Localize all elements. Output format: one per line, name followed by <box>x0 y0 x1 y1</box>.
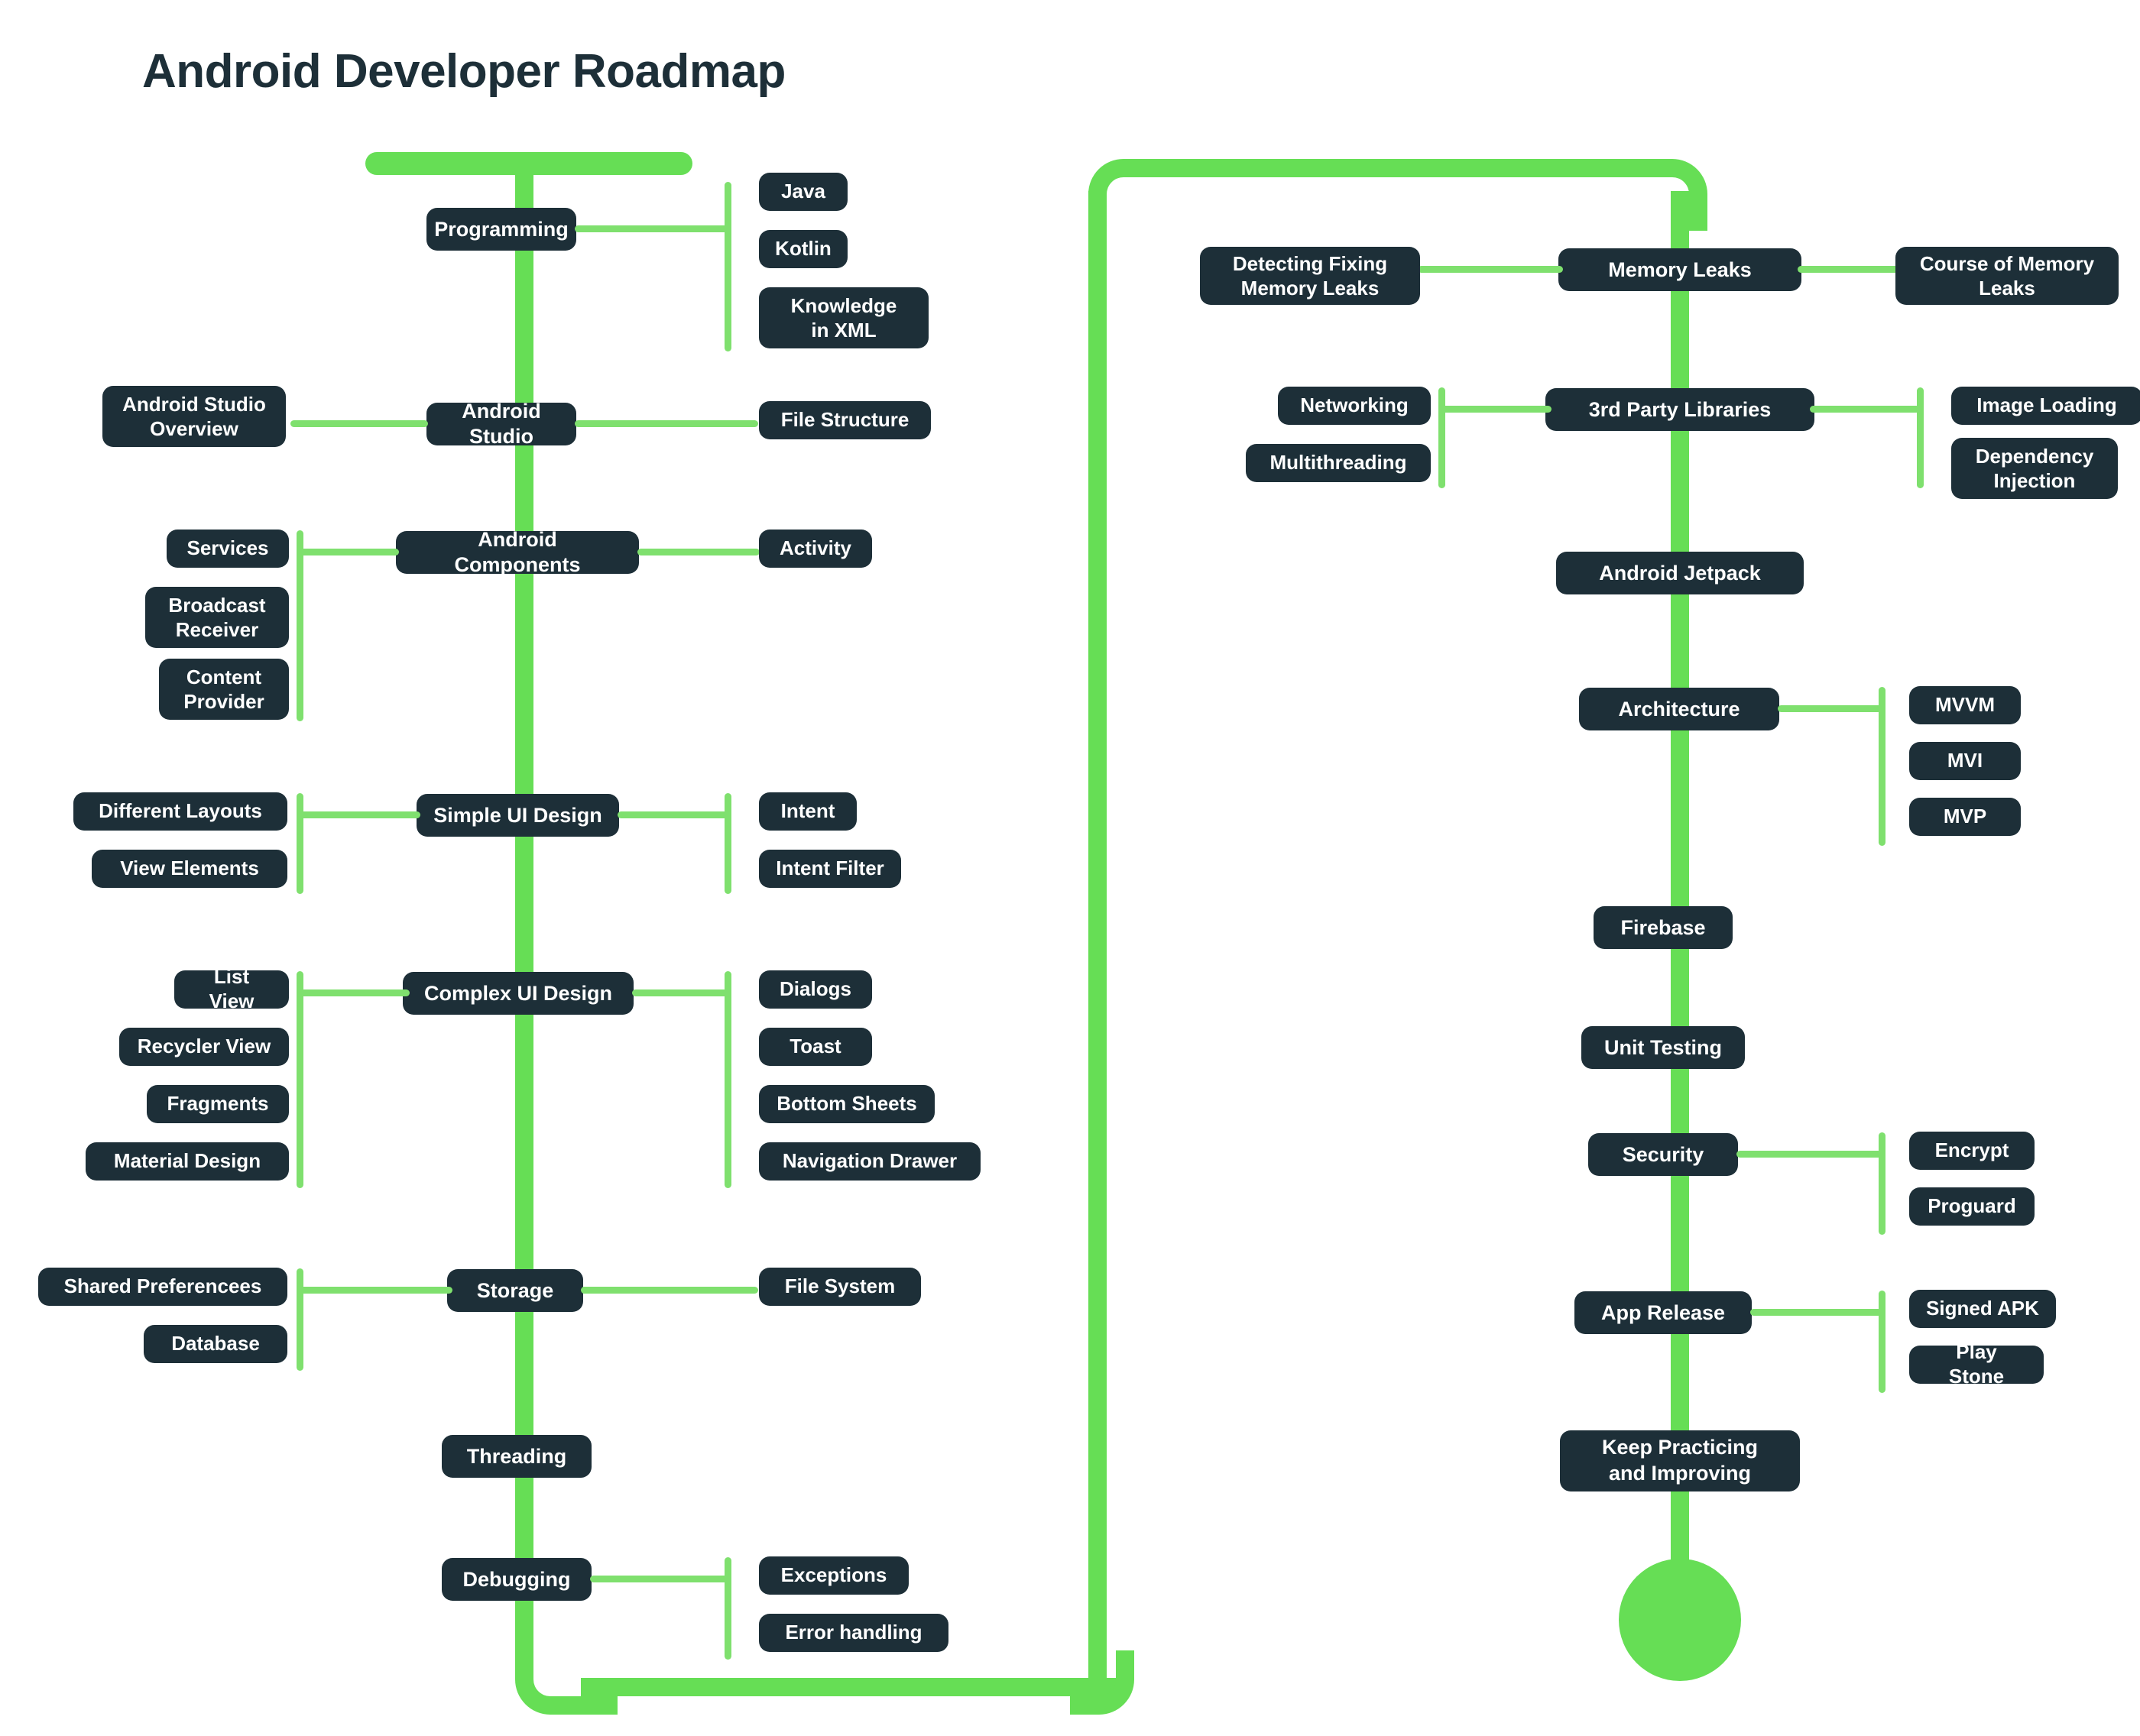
node-android-studio-overview[interactable]: Android Studio Overview <box>102 386 286 447</box>
node-firebase[interactable]: Firebase <box>1594 906 1733 949</box>
node-content-provider[interactable]: Content Provider <box>159 659 289 720</box>
connector-storage-right <box>581 1287 758 1294</box>
node-knowledge-in-xml[interactable]: Knowledge in XML <box>759 287 929 348</box>
node-fragments[interactable]: Fragments <box>147 1085 289 1123</box>
node-networking[interactable]: Networking <box>1278 387 1431 425</box>
node-simple-ui-design[interactable]: Simple UI Design <box>417 794 619 837</box>
node-detecting-fixing-memory-leaks[interactable]: Detecting Fixing Memory Leaks <box>1200 247 1420 305</box>
node-mvp[interactable]: MVP <box>1909 798 2021 836</box>
node-exceptions[interactable]: Exceptions <box>759 1556 909 1595</box>
node-programming[interactable]: Programming <box>426 208 576 251</box>
node-services[interactable]: Services <box>167 530 289 568</box>
page-title: Android Developer Roadmap <box>142 45 786 98</box>
left-spine-bottom-horizontal <box>581 1678 1116 1696</box>
connector-3rd-party-left <box>1441 406 1552 413</box>
node-intent-filter[interactable]: Intent Filter <box>759 850 901 888</box>
node-signed-apk[interactable]: Signed APK <box>1909 1290 2056 1328</box>
connector-complex-ui-left <box>300 989 410 996</box>
right-riser-vertical <box>1088 191 1107 1678</box>
connector-simple-ui-left <box>300 811 420 818</box>
node-dialogs[interactable]: Dialogs <box>759 970 872 1009</box>
node-toast[interactable]: Toast <box>759 1028 872 1066</box>
node-recycler-view[interactable]: Recycler View <box>119 1028 289 1066</box>
node-course-of-memory-leaks[interactable]: Course of Memory Leaks <box>1895 247 2119 305</box>
bracket-3rd-party-left <box>1438 387 1445 488</box>
node-file-structure[interactable]: File Structure <box>759 401 931 439</box>
node-proguard[interactable]: Proguard <box>1909 1187 2035 1226</box>
node-intent[interactable]: Intent <box>759 792 857 831</box>
node-navigation-drawer[interactable]: Navigation Drawer <box>759 1142 981 1181</box>
node-play-stone[interactable]: Play Stone <box>1909 1340 2044 1388</box>
node-file-system[interactable]: File System <box>759 1268 921 1306</box>
roadmap-canvas: Android Developer Roadmap Programming Ja… <box>0 0 2140 1736</box>
node-threading[interactable]: Threading <box>442 1435 592 1478</box>
node-database[interactable]: Database <box>144 1325 287 1363</box>
top-crossover-horizontal <box>1124 159 1658 177</box>
bracket-security-right <box>1879 1132 1885 1235</box>
connector-complex-ui-right <box>632 989 728 996</box>
node-unit-testing[interactable]: Unit Testing <box>1581 1026 1745 1069</box>
node-android-studio[interactable]: Android Studio <box>426 400 576 448</box>
node-mvi[interactable]: MVI <box>1909 742 2021 780</box>
bracket-storage-left <box>297 1268 303 1371</box>
node-java[interactable]: Java <box>759 173 848 211</box>
node-image-loading[interactable]: Image Loading <box>1951 387 2140 425</box>
bracket-simple-ui-left <box>297 793 303 894</box>
node-kotlin[interactable]: Kotlin <box>759 230 848 268</box>
connector-memory-leaks-left <box>1418 266 1563 273</box>
node-different-layouts[interactable]: Different Layouts <box>73 792 287 831</box>
node-error-handling[interactable]: Error handling <box>759 1614 948 1652</box>
bracket-complex-ui-left <box>297 971 303 1188</box>
bracket-programming-right <box>725 182 731 351</box>
connector-android-components-right <box>637 549 760 555</box>
node-dependency-injection[interactable]: Dependency Injection <box>1951 438 2118 499</box>
connector-programming-right <box>575 225 728 232</box>
node-storage[interactable]: Storage <box>447 1269 583 1312</box>
node-activity[interactable]: Activity <box>759 530 872 568</box>
connector-storage-left <box>300 1287 452 1294</box>
connector-architecture-right <box>1778 705 1882 712</box>
node-mvvm[interactable]: MVVM <box>1909 686 2021 724</box>
node-architecture[interactable]: Architecture <box>1579 688 1779 730</box>
node-keep-practicing-and-improving[interactable]: Keep Practicing and Improving <box>1560 1430 1800 1491</box>
node-app-release[interactable]: App Release <box>1574 1291 1752 1334</box>
node-complex-ui-design[interactable]: Complex UI Design <box>403 972 634 1015</box>
node-view-elements[interactable]: View Elements <box>92 850 287 888</box>
node-android-components[interactable]: Android Components <box>396 528 639 576</box>
connector-3rd-party-right <box>1810 406 1920 413</box>
node-broadcast-receiver[interactable]: Broadcast Receiver <box>145 587 289 648</box>
bracket-debugging-right <box>725 1557 731 1660</box>
connector-app-release-right <box>1750 1309 1882 1316</box>
node-android-jetpack[interactable]: Android Jetpack <box>1556 552 1804 594</box>
node-multithreading[interactable]: Multithreading <box>1246 444 1431 482</box>
node-encrypt[interactable]: Encrypt <box>1909 1132 2035 1170</box>
connector-android-components-left <box>300 549 399 555</box>
node-debugging[interactable]: Debugging <box>442 1558 592 1601</box>
connector-debugging-right <box>590 1576 728 1582</box>
node-shared-preferences[interactable]: Shared Preferencees <box>38 1268 287 1306</box>
node-list-view[interactable]: List View <box>174 965 289 1012</box>
bracket-android-components-left <box>297 530 303 721</box>
bracket-architecture-right <box>1879 687 1885 846</box>
bracket-3rd-party-right <box>1917 387 1924 488</box>
roadmap-end-circle <box>1619 1559 1741 1681</box>
node-3rd-party-libraries[interactable]: 3rd Party Libraries <box>1545 388 1814 431</box>
connector-android-studio-left <box>290 420 428 427</box>
bracket-app-release-right <box>1879 1291 1885 1393</box>
connector-security-right <box>1736 1151 1882 1158</box>
node-bottom-sheets[interactable]: Bottom Sheets <box>759 1085 935 1123</box>
connector-simple-ui-right <box>618 811 728 818</box>
bracket-simple-ui-right <box>725 793 731 894</box>
connector-memory-leaks-right <box>1798 266 1898 273</box>
bracket-complex-ui-right <box>725 971 731 1188</box>
node-material-design[interactable]: Material Design <box>86 1142 289 1181</box>
node-memory-leaks[interactable]: Memory Leaks <box>1558 248 1801 291</box>
node-security[interactable]: Security <box>1588 1133 1738 1176</box>
connector-android-studio-right <box>575 420 758 427</box>
